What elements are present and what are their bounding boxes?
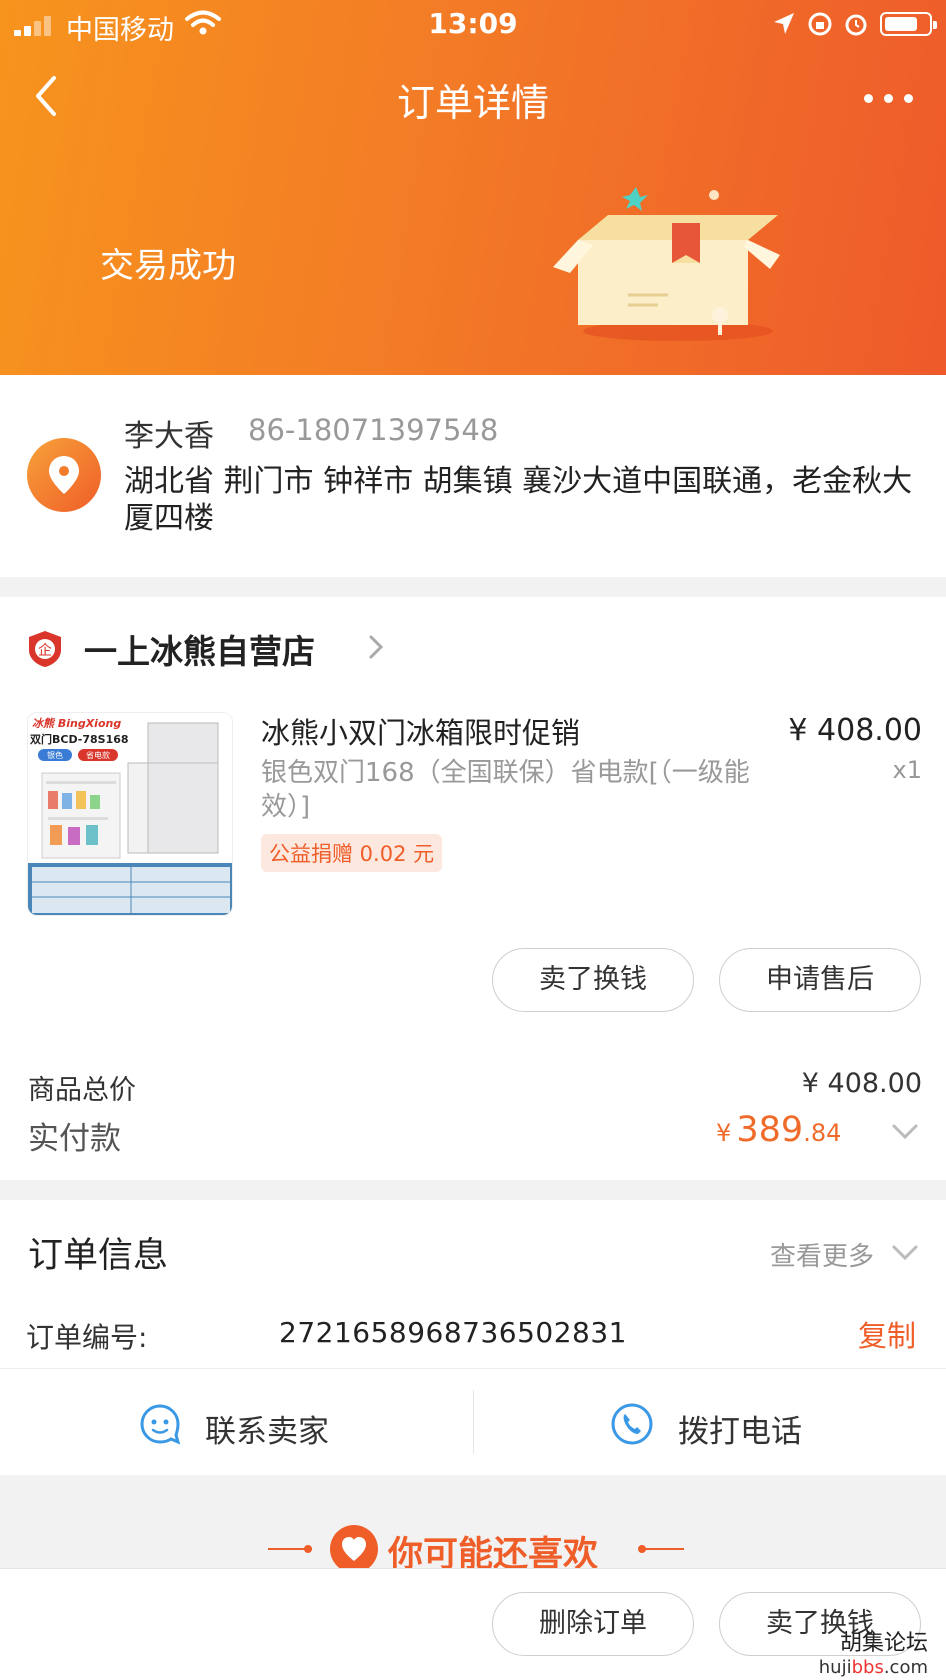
order-number-value: 2721658968736502831 — [279, 1316, 627, 1349]
product-spec: 银色双门168（全国联保）省电款[（一级能效）] — [261, 758, 750, 822]
location-arrow-icon — [774, 13, 794, 34]
decorative-line — [640, 1548, 684, 1550]
chevron-right-icon[interactable] — [366, 632, 386, 662]
product-image-model: 双门BCD-78S168 — [30, 732, 129, 746]
watermark-url: hujibbs.com — [819, 1657, 928, 1678]
paid-amount-integer: 389 — [736, 1110, 804, 1150]
chevron-down-icon[interactable] — [890, 1243, 920, 1263]
battery-icon — [880, 12, 937, 36]
product-title[interactable]: 冰熊小双门冰箱限时促销 — [261, 710, 580, 752]
chat-face-icon — [140, 1404, 181, 1445]
paid-amount-decimal: .84 — [803, 1119, 842, 1147]
order-number-label: 订单编号: — [26, 1321, 148, 1354]
goods-total-label: 商品总价 — [28, 1075, 136, 1106]
rotation-lock-icon — [808, 12, 832, 36]
call-phone-label: 拨打电话 — [678, 1414, 802, 1450]
forum-watermark: 胡集论坛 hujibbs.com — [819, 1625, 928, 1678]
contact-seller-button[interactable]: 联系卖家 — [0, 1370, 472, 1475]
chevron-down-icon[interactable] — [890, 1122, 920, 1142]
nav-bar: 订单详情 — [0, 60, 946, 132]
status-bar: 中国移动 13:09 — [0, 0, 946, 50]
delete-order-button[interactable]: 删除订单 — [492, 1592, 694, 1656]
phone-icon — [611, 1403, 653, 1445]
product-price: ¥ 408.00 — [788, 713, 922, 748]
copy-order-number-button[interactable]: 复制 — [858, 1313, 916, 1355]
watermark-url-a: huji — [818, 1657, 852, 1678]
heart-icon — [330, 1525, 378, 1573]
paid-amount-label: 实付款 — [28, 1121, 121, 1157]
goods-total-value: ¥ 408.00 — [801, 1068, 922, 1099]
location-pin-icon — [27, 438, 101, 512]
after-sale-button[interactable]: 申请售后 — [719, 948, 921, 1012]
alarm-icon — [845, 14, 867, 36]
call-phone-button[interactable]: 拨打电话 — [474, 1370, 946, 1475]
svg-text:企: 企 — [38, 642, 52, 659]
decorative-dot — [304, 1545, 312, 1553]
package-box-illustration — [553, 187, 780, 341]
charity-donation-badge: 公益捐赠 0.02 元 — [261, 834, 443, 872]
paid-amount-value: ¥ 389.84 — [716, 1110, 841, 1150]
contact-seller-label: 联系卖家 — [205, 1414, 329, 1450]
divider — [0, 1368, 946, 1369]
product-quantity: x1 — [892, 756, 922, 784]
order-status-header — [0, 0, 946, 375]
clock: 13:09 — [428, 7, 518, 40]
page-title: 订单详情 — [396, 81, 549, 125]
recipient-name: 李大香 — [124, 419, 214, 454]
more-options-button[interactable] — [862, 82, 922, 112]
order-info-title: 订单信息 — [28, 1236, 169, 1276]
order-status-text: 交易成功 — [100, 246, 236, 286]
paid-currency-symbol: ¥ — [716, 1119, 732, 1147]
product-image-brand: 冰熊 BingXiong — [32, 717, 121, 730]
shop-name[interactable]: 一上冰熊自营店 — [84, 625, 315, 673]
watermark-url-b: bbs — [851, 1657, 884, 1678]
watermark-url-c: .com — [883, 1657, 928, 1678]
product-image-tag-eco: 省电款 — [86, 750, 110, 760]
recipient-phone: 86-18071397548 — [248, 413, 499, 447]
watermark-name: 胡集论坛 — [839, 1631, 928, 1656]
product-image-tag-silver: 银色 — [47, 750, 63, 760]
see-more-link[interactable]: 查看更多 — [770, 1236, 874, 1273]
sell-for-cash-button[interactable]: 卖了换钱 — [492, 948, 694, 1012]
product-thumbnail[interactable]: 冰熊 BingXiong 双门BCD-78S168 银色 省电款 — [27, 712, 233, 916]
enterprise-shop-badge-icon: 企 — [29, 631, 61, 667]
recipient-address: 湖北省 荆门市 钟祥市 胡集镇 襄沙大道中国联通，老金秋大厦四楼 — [124, 464, 913, 536]
